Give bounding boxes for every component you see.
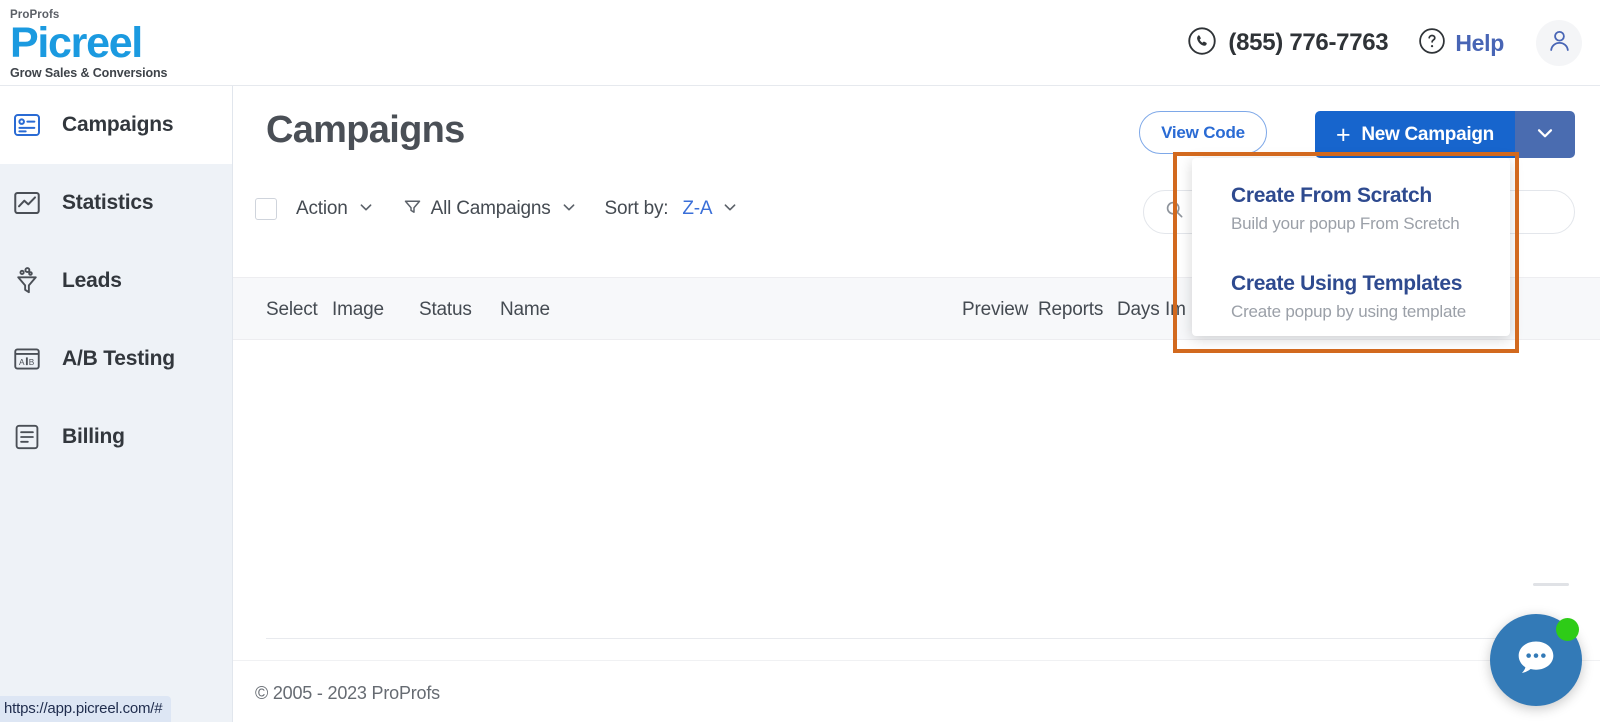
column-select: Select bbox=[266, 299, 318, 320]
plus-icon: + bbox=[1336, 120, 1351, 149]
column-image: Image bbox=[332, 299, 384, 320]
chevron-down-icon bbox=[356, 197, 376, 222]
chevron-down-icon bbox=[720, 197, 740, 222]
svg-text:B: B bbox=[29, 358, 35, 367]
sort-prefix-label: Sort by: bbox=[604, 198, 669, 219]
help-label: Help bbox=[1455, 29, 1504, 56]
sidebar-item-statistics[interactable]: Statistics bbox=[0, 164, 232, 242]
sidebar: Campaigns Statistics Leads A B A/B Testi… bbox=[0, 86, 233, 722]
user-icon bbox=[1546, 27, 1573, 59]
chat-widget-button[interactable] bbox=[1490, 614, 1582, 706]
header-actions: (855) 776-7763 Help bbox=[1187, 0, 1582, 86]
page-title: Campaigns bbox=[266, 109, 465, 151]
column-name: Name bbox=[500, 299, 550, 320]
footer: © 2005 - 2023 ProProfs bbox=[233, 660, 1600, 722]
column-days: Days bbox=[1117, 299, 1160, 320]
new-campaign-dropdown-toggle[interactable] bbox=[1515, 111, 1575, 158]
create-using-templates-desc: Create popup by using template bbox=[1231, 302, 1466, 321]
brand-logo[interactable]: ProProfs Picreel Grow Sales & Conversion… bbox=[10, 9, 210, 80]
sidebar-item-ab-testing[interactable]: A B A/B Testing bbox=[0, 320, 232, 398]
funnel-icon bbox=[10, 264, 44, 298]
sort-value: Z-A bbox=[682, 198, 713, 219]
new-campaign-dropdown-menu: Create From Scratch Build your popup Fro… bbox=[1192, 158, 1510, 336]
sidebar-label-billing: Billing bbox=[62, 425, 125, 448]
action-label: Action bbox=[296, 198, 348, 219]
sidebar-item-billing[interactable]: Billing bbox=[0, 398, 232, 476]
avatar[interactable] bbox=[1536, 20, 1582, 66]
copyright-text: © 2005 - 2023 ProProfs bbox=[255, 683, 440, 703]
table-body bbox=[233, 340, 1600, 669]
svg-text:A: A bbox=[19, 358, 25, 367]
select-all-checkbox[interactable] bbox=[255, 198, 277, 220]
question-circle-icon bbox=[1418, 27, 1446, 60]
chevron-down-icon bbox=[1532, 120, 1558, 149]
column-status: Status bbox=[419, 299, 472, 320]
phone-link[interactable]: (855) 776-7763 bbox=[1187, 26, 1389, 61]
horizontal-scrollbar[interactable] bbox=[1533, 583, 1569, 586]
view-code-button[interactable]: View Code bbox=[1139, 111, 1267, 154]
campaign-filter-dropdown[interactable]: All Campaigns bbox=[402, 196, 579, 222]
funnel-filter-icon bbox=[402, 196, 423, 222]
phone-number: (855) 776-7763 bbox=[1228, 29, 1389, 56]
chat-bubble-icon bbox=[1510, 632, 1562, 689]
list-toolbar: Action All Campaigns Sort by: Z-A bbox=[255, 196, 766, 222]
sidebar-item-leads[interactable]: Leads bbox=[0, 242, 232, 320]
column-preview: Preview bbox=[962, 299, 1029, 320]
search-icon bbox=[1164, 199, 1185, 225]
top-header: ProProfs Picreel Grow Sales & Conversion… bbox=[0, 0, 1600, 86]
menu-item-create-from-scratch[interactable]: Create From Scratch Build your popup Fro… bbox=[1231, 184, 1460, 234]
action-dropdown[interactable]: Action bbox=[296, 197, 376, 222]
new-campaign-label: New Campaign bbox=[1361, 123, 1494, 145]
document-lines-icon bbox=[10, 420, 44, 454]
menu-item-create-using-templates[interactable]: Create Using Templates Create popup by u… bbox=[1231, 272, 1466, 322]
sidebar-label-campaigns: Campaigns bbox=[62, 113, 174, 136]
help-link[interactable]: Help bbox=[1418, 27, 1504, 60]
ab-test-icon: A B bbox=[10, 342, 44, 376]
phone-circle-icon bbox=[1187, 26, 1217, 61]
column-impressions: Im bbox=[1165, 299, 1186, 320]
column-reports: Reports bbox=[1038, 299, 1104, 320]
chart-line-icon bbox=[10, 186, 44, 220]
sidebar-label-ab-testing: A/B Testing bbox=[62, 347, 175, 370]
online-indicator bbox=[1556, 618, 1579, 641]
campaign-card-icon bbox=[10, 108, 44, 142]
new-campaign-button[interactable]: + New Campaign bbox=[1315, 111, 1515, 158]
filter-label: All Campaigns bbox=[430, 198, 551, 219]
logo-tagline: Grow Sales & Conversions bbox=[10, 66, 168, 80]
sort-dropdown[interactable]: Sort by: Z-A bbox=[605, 197, 741, 222]
create-from-scratch-desc: Build your popup From Scretch bbox=[1231, 214, 1460, 233]
chevron-down-icon bbox=[559, 197, 579, 222]
create-using-templates-title: Create Using Templates bbox=[1231, 272, 1463, 295]
sidebar-label-statistics: Statistics bbox=[62, 191, 154, 214]
status-bar-url: https://app.picreel.com/# bbox=[0, 696, 172, 722]
logo-picreel-text: Picreel bbox=[10, 19, 143, 67]
create-from-scratch-title: Create From Scratch bbox=[1231, 184, 1432, 207]
table-bottom-divider bbox=[266, 638, 1576, 639]
sidebar-item-campaigns[interactable]: Campaigns bbox=[0, 86, 232, 164]
sidebar-label-leads: Leads bbox=[62, 269, 122, 292]
